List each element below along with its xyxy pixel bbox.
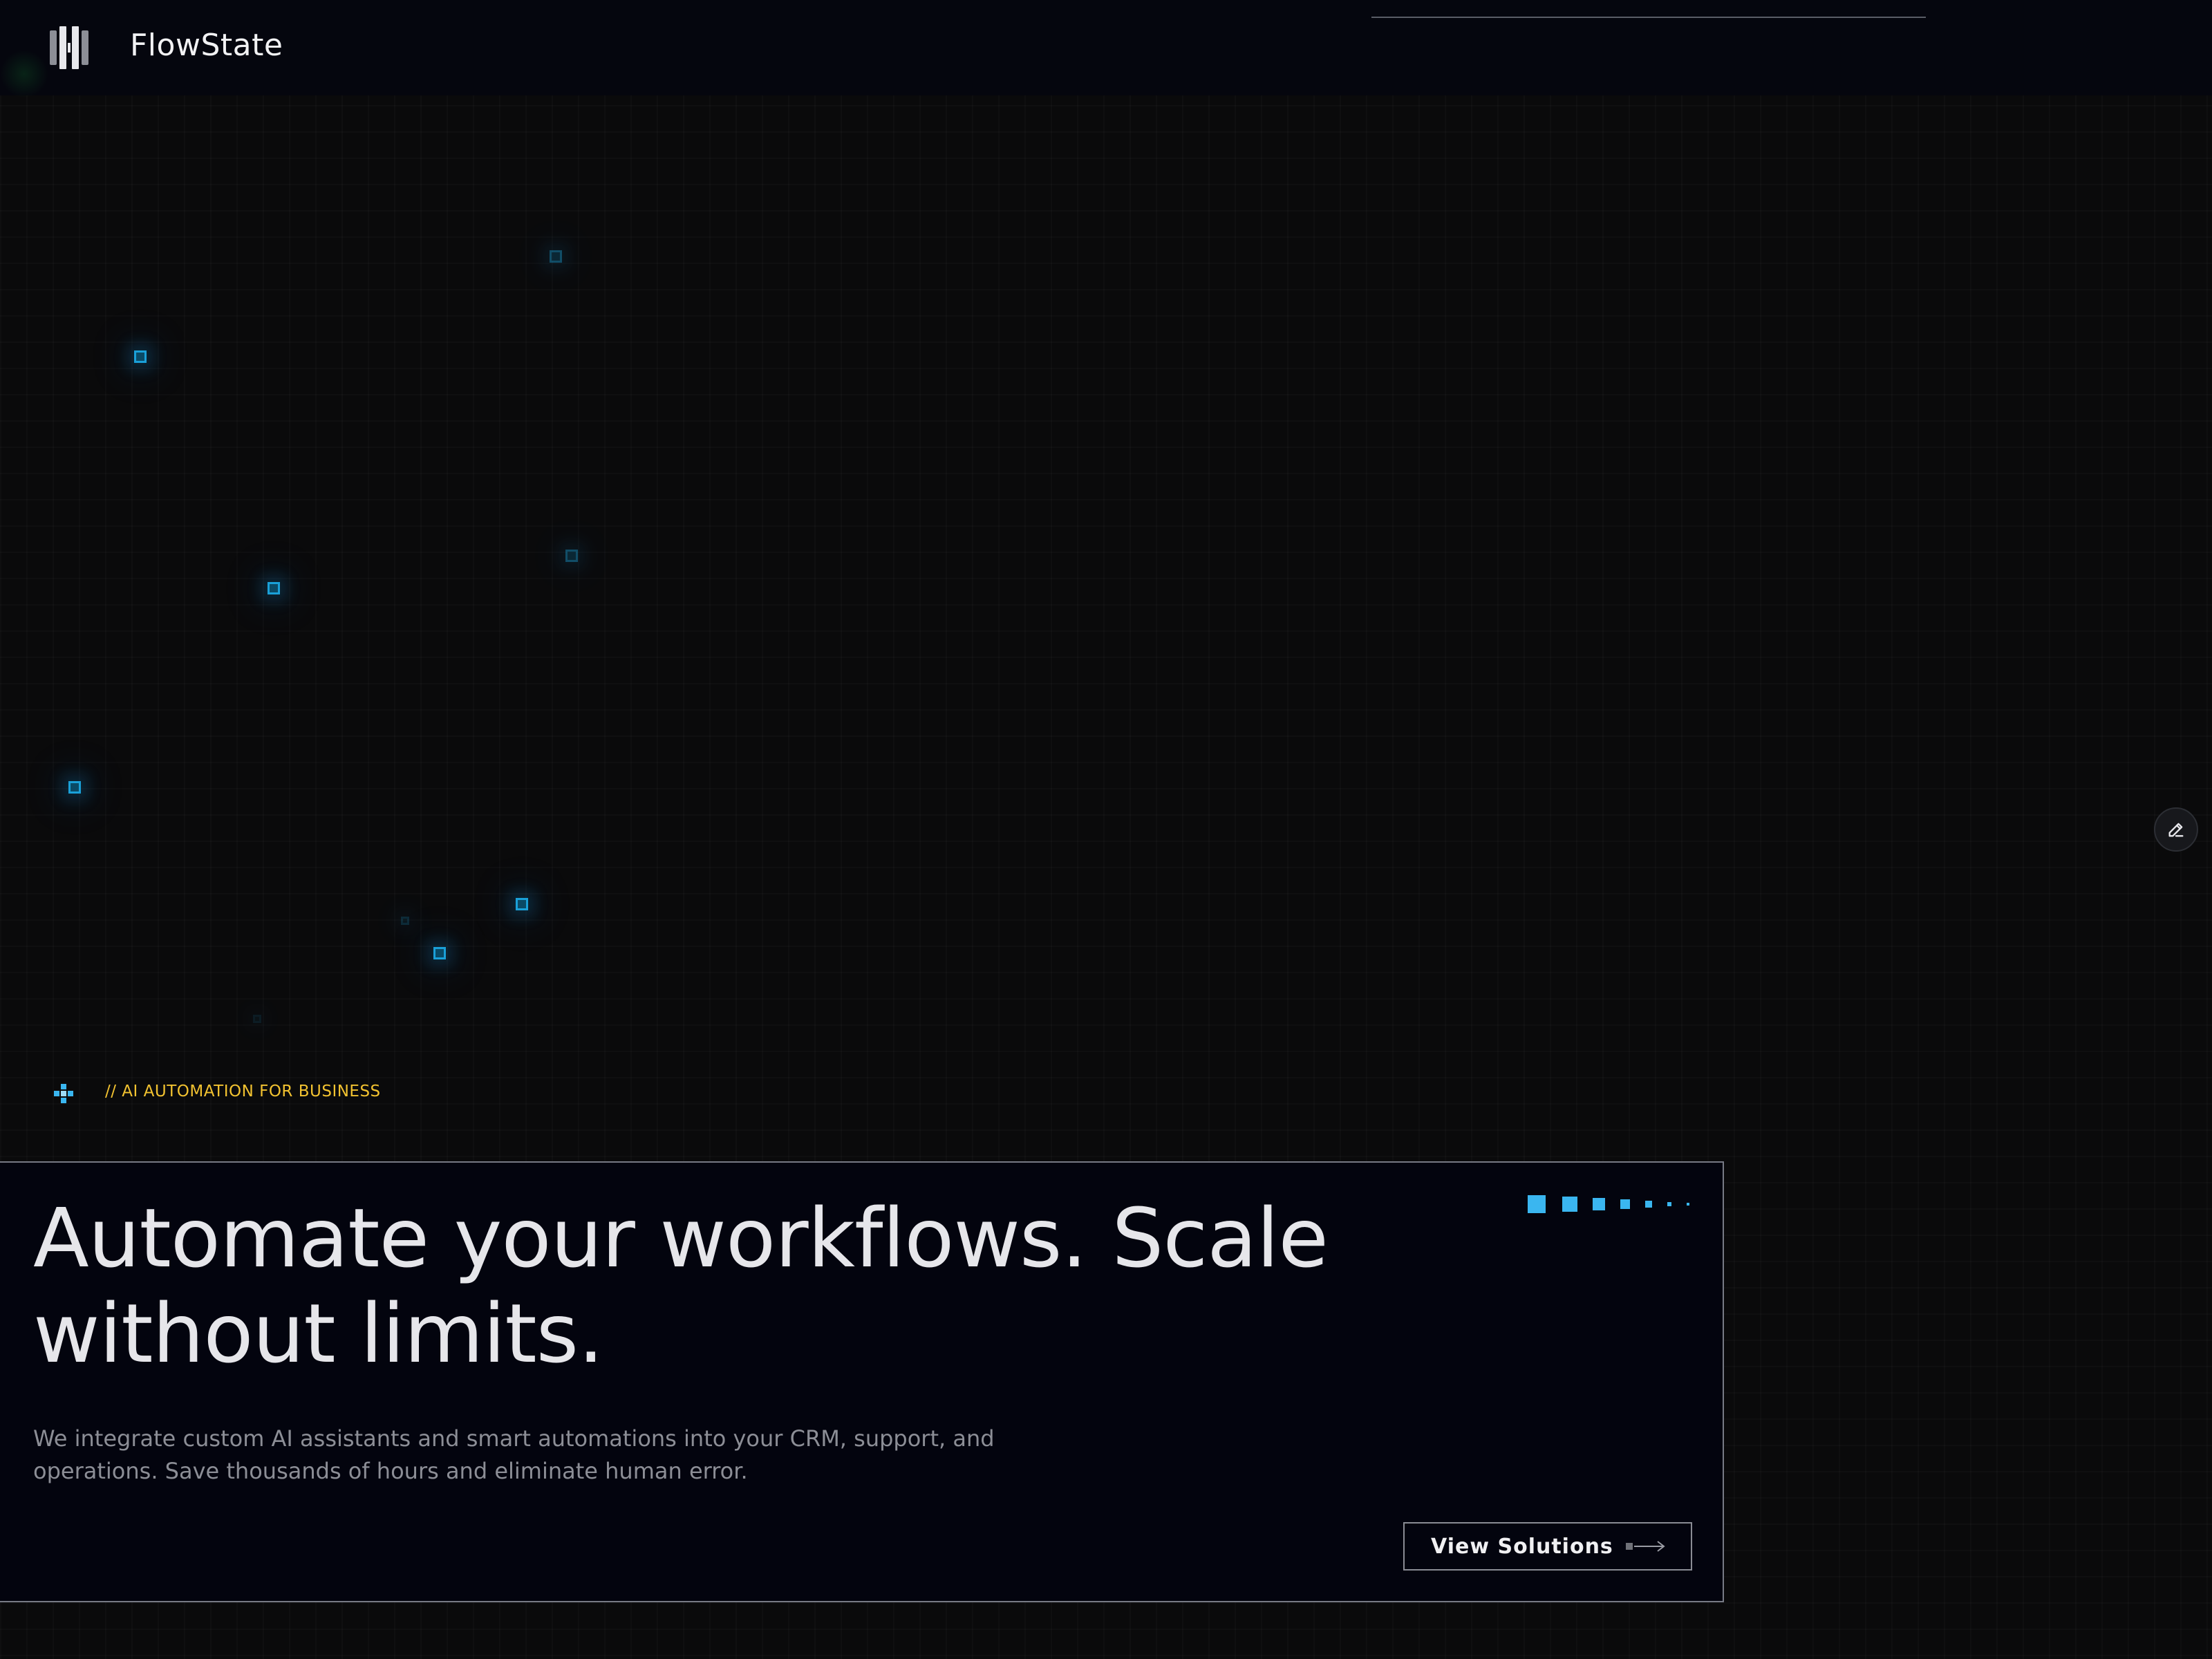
pixel-cross-icon — [54, 1084, 73, 1103]
glow-particle — [516, 898, 528, 910]
page: FlowState // AI AUTOMATION FOR BUSINESS … — [0, 0, 2212, 1659]
corner-glow — [0, 50, 48, 98]
header-divider — [1371, 17, 1926, 18]
glow-particle — [68, 781, 81, 794]
glow-particle — [433, 947, 446, 959]
columns-logo-icon[interactable] — [48, 24, 90, 72]
hero-subtext: We integrate custom AI assistants and sm… — [33, 1425, 995, 1484]
view-solutions-button[interactable]: View Solutions — [1403, 1522, 1692, 1571]
pencil-icon — [2168, 823, 2184, 837]
brand-name[interactable]: FlowState — [130, 28, 283, 63]
glow-particle — [401, 917, 409, 925]
glow-particle — [253, 1015, 261, 1023]
site-header: FlowState — [0, 0, 2212, 95]
hero-headline: Automate your workflows. Scale without l… — [33, 1190, 1329, 1381]
glow-particle — [134, 350, 147, 363]
arrow-right-icon — [1626, 1541, 1665, 1552]
glow-particle — [268, 582, 280, 594]
view-solutions-label: View Solutions — [1431, 1534, 1613, 1559]
glow-particle — [550, 250, 562, 263]
edit-button[interactable] — [2154, 807, 2198, 852]
hero-tag: // AI AUTOMATION FOR BUSINESS — [105, 1082, 381, 1100]
glow-particle — [565, 550, 578, 562]
